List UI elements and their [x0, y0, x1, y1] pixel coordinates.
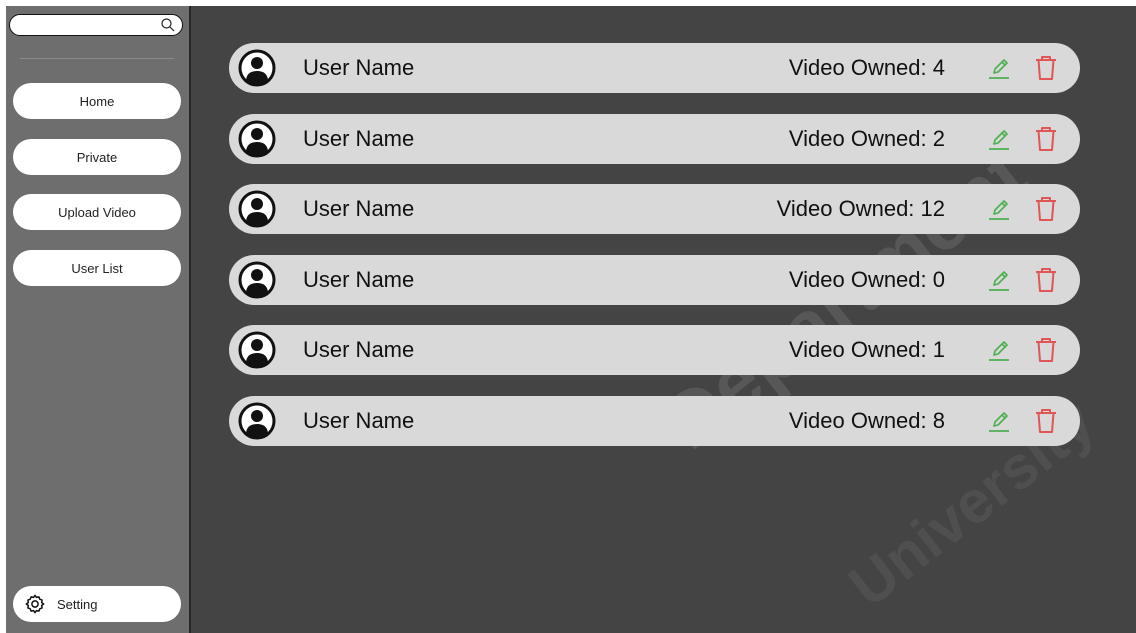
user-row: User Name Video Owned: 0 — [229, 255, 1080, 305]
trash-icon[interactable] — [1033, 54, 1059, 82]
user-avatar-icon — [238, 190, 276, 228]
user-name: User Name — [303, 408, 415, 433]
sidebar-item-label: User List — [71, 260, 123, 276]
pencil-icon[interactable] — [986, 196, 1012, 222]
setting-button[interactable]: Setting — [13, 586, 181, 622]
user-name: User Name — [303, 196, 415, 221]
sidebar-item-user-list[interactable]: User List — [13, 250, 181, 286]
sidebar-item-label: Upload Video — [58, 204, 136, 220]
pencil-icon[interactable] — [986, 267, 1012, 293]
app-frame: Home Private Upload Video User List Sett… — [6, 6, 1136, 633]
sidebar-divider — [20, 58, 174, 59]
video-owned-count: Video Owned: 12 — [776, 196, 945, 221]
pencil-icon[interactable] — [986, 337, 1012, 363]
sidebar-item-label: Home — [79, 93, 115, 109]
video-owned-count: Video Owned: 2 — [788, 126, 945, 151]
user-name: User Name — [303, 126, 415, 151]
user-avatar-icon — [238, 402, 276, 440]
gear-icon — [25, 594, 45, 614]
pencil-icon[interactable] — [986, 408, 1012, 434]
user-name: User Name — [303, 55, 415, 80]
sidebar: Home Private Upload Video User List Sett… — [6, 6, 191, 633]
user-row: User Name Video Owned: 1 — [229, 325, 1080, 375]
pencil-icon[interactable] — [986, 126, 1012, 152]
sidebar-item-upload-video[interactable]: Upload Video — [13, 194, 181, 230]
video-owned-count: Video Owned: 4 — [788, 55, 945, 80]
trash-icon[interactable] — [1033, 125, 1059, 153]
video-owned-count: Video Owned: 0 — [788, 267, 945, 292]
search-bar[interactable] — [9, 14, 183, 36]
user-name: User Name — [303, 337, 415, 362]
user-name: User Name — [303, 267, 415, 292]
pencil-icon[interactable] — [986, 55, 1012, 81]
trash-icon[interactable] — [1033, 407, 1059, 435]
trash-icon[interactable] — [1033, 336, 1059, 364]
setting-label: Setting — [57, 596, 98, 612]
trash-icon[interactable] — [1033, 266, 1059, 294]
video-owned-count: Video Owned: 1 — [788, 337, 945, 362]
sidebar-item-home[interactable]: Home — [13, 83, 181, 119]
user-row: User Name Video Owned: 2 — [229, 114, 1080, 164]
search-icon[interactable] — [160, 17, 176, 33]
video-owned-count: Video Owned: 8 — [788, 408, 945, 433]
sidebar-item-private[interactable]: Private — [13, 139, 181, 175]
user-avatar-icon — [238, 49, 276, 87]
trash-icon[interactable] — [1033, 195, 1059, 223]
sidebar-item-label: Private — [76, 149, 118, 165]
user-avatar-icon — [238, 120, 276, 158]
search-input[interactable] — [20, 17, 160, 33]
user-avatar-icon — [238, 261, 276, 299]
user-row: User Name Video Owned: 8 — [229, 396, 1080, 446]
user-row: User Name Video Owned: 12 — [229, 184, 1080, 234]
user-row: User Name Video Owned: 4 — [229, 43, 1080, 93]
user-avatar-icon — [238, 331, 276, 369]
